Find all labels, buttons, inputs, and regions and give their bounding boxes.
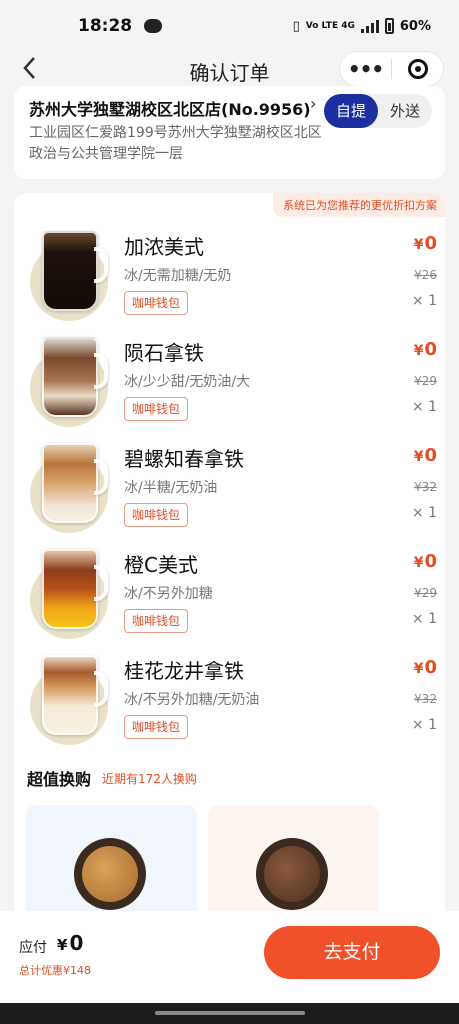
orange-americano-image bbox=[30, 547, 110, 643]
item-price-value: 0 bbox=[424, 551, 437, 572]
currency-symbol: ¥ bbox=[413, 555, 424, 571]
battery-icon bbox=[384, 18, 394, 34]
home-bar[interactable] bbox=[155, 1011, 305, 1015]
item-quantity: × 1 bbox=[411, 611, 437, 627]
item-original-price: ¥26 bbox=[414, 268, 437, 282]
vibrate-icon: ▯ bbox=[292, 18, 300, 34]
item-original-price: ¥32 bbox=[414, 480, 437, 494]
network-label: Vo LTE 4G bbox=[305, 21, 355, 31]
item-badge: 咖啡钱包 bbox=[124, 503, 189, 527]
home-indicator bbox=[0, 1003, 459, 1024]
item-spec: 冰/无需加糖/无奶 bbox=[124, 268, 232, 284]
checkout-bar: 应付 ¥0 总计优惠¥148 去支付 bbox=[0, 911, 459, 1003]
item-price-value: 0 bbox=[424, 339, 437, 360]
due-amount: ¥0 bbox=[57, 931, 83, 955]
item-price-value: 0 bbox=[424, 657, 437, 678]
order-item[interactable]: 桂花龙井拿铁 冰/不另外加糖/无奶油 咖啡钱包 ¥0 ¥32 × 1 bbox=[14, 651, 445, 757]
mini-program-capsule: ••• bbox=[339, 51, 444, 87]
pickup-mode-toggle: 自提 外送 bbox=[324, 94, 432, 128]
item-name: 陨石拿铁 bbox=[124, 341, 204, 365]
americano-image bbox=[30, 229, 110, 325]
item-badge: 咖啡钱包 bbox=[124, 715, 189, 739]
currency-symbol: ¥ bbox=[413, 237, 424, 253]
biluochun-latte-image bbox=[30, 441, 110, 537]
promo-tag[interactable]: 系统已为您推荐的更优折扣方案 bbox=[273, 193, 445, 217]
item-quantity: × 1 bbox=[411, 505, 437, 521]
signal-icon bbox=[360, 19, 379, 33]
mode-delivery[interactable]: 外送 bbox=[378, 94, 432, 128]
item-price: ¥0 bbox=[414, 657, 437, 678]
item-original-price: ¥32 bbox=[414, 692, 437, 706]
order-item[interactable]: 碧螺知春拿铁 冰/半糖/无奶油 咖啡钱包 ¥0 ¥32 × 1 bbox=[14, 439, 445, 545]
item-badge: 咖啡钱包 bbox=[124, 291, 189, 315]
order-item[interactable]: 陨石拿铁 冰/少少甜/无奶油/大 咖啡钱包 ¥0 ¥29 × 1 bbox=[14, 333, 445, 439]
item-badge: 咖啡钱包 bbox=[124, 609, 189, 633]
item-quantity: × 1 bbox=[411, 717, 437, 733]
item-quantity: × 1 bbox=[411, 399, 437, 415]
status-right: ▯ Vo LTE 4G 60% bbox=[293, 18, 431, 34]
meteorite-latte-image bbox=[30, 335, 110, 431]
pay-button[interactable]: 去支付 bbox=[264, 926, 440, 979]
store-name[interactable]: 苏州大学独墅湖校区北区店(No.9956) bbox=[29, 96, 311, 120]
status-bar: 18:28 ▯ Vo LTE 4G 60% bbox=[0, 0, 459, 52]
order-card: 系统已为您推荐的更优折扣方案 加浓美式 冰/无需加糖/无奶 咖啡钱包 ¥0 ¥2… bbox=[14, 193, 445, 933]
currency-symbol: ¥ bbox=[413, 449, 424, 465]
item-spec: 冰/不另外加糖/无奶油 bbox=[124, 692, 260, 708]
item-name: 加浓美式 bbox=[124, 235, 204, 259]
store-card: 苏州大学独墅湖校区北区店(No.9956) › 自提 外送 工业园区仁爱路199… bbox=[14, 86, 445, 179]
item-price: ¥0 bbox=[414, 233, 437, 254]
wechat-icon bbox=[144, 19, 163, 33]
battery-level: 60% bbox=[399, 18, 431, 34]
item-name: 碧螺知春拿铁 bbox=[124, 447, 244, 471]
item-original-price: ¥29 bbox=[414, 374, 437, 388]
chocolate-cookie-image bbox=[256, 838, 328, 910]
order-item[interactable]: 加浓美式 冰/无需加糖/无奶 咖啡钱包 ¥0 ¥26 × 1 bbox=[14, 227, 445, 333]
chevron-right-icon[interactable]: › bbox=[310, 94, 316, 113]
mode-pickup[interactable]: 自提 bbox=[324, 94, 378, 128]
item-price: ¥0 bbox=[414, 551, 437, 572]
item-price-value: 0 bbox=[424, 445, 437, 466]
total-saving: 总计优惠¥148 bbox=[19, 964, 91, 977]
item-price-value: 0 bbox=[424, 233, 437, 254]
item-price: ¥0 bbox=[414, 339, 437, 360]
due-label: 应付 bbox=[19, 940, 47, 956]
osmanthus-longjing-latte-image bbox=[30, 653, 110, 749]
upsell-subtitle: 近期有172人换购 bbox=[102, 772, 197, 786]
currency-symbol: ¥ bbox=[57, 936, 68, 954]
item-spec: 冰/少少甜/无奶油/大 bbox=[124, 374, 251, 390]
item-spec: 冰/不另外加糖 bbox=[124, 586, 213, 602]
upsell-title: 超值换购 bbox=[27, 770, 92, 789]
store-address: 工业园区仁爱路199号苏州大学独墅湖校区北区政治与公共管理学院一层 bbox=[29, 125, 322, 162]
currency-symbol: ¥ bbox=[413, 661, 424, 677]
item-quantity: × 1 bbox=[411, 293, 437, 309]
item-name: 橙C美式 bbox=[124, 553, 198, 577]
target-icon bbox=[407, 59, 428, 79]
more-dots-icon: ••• bbox=[347, 57, 384, 81]
item-price: ¥0 bbox=[414, 445, 437, 466]
item-spec: 冰/半糖/无奶油 bbox=[124, 480, 218, 496]
more-button[interactable]: ••• bbox=[340, 59, 391, 79]
item-badge: 咖啡钱包 bbox=[124, 397, 189, 421]
item-original-price: ¥29 bbox=[414, 586, 437, 600]
order-item[interactable]: 橙C美式 冰/不另外加糖 咖啡钱包 ¥0 ¥29 × 1 bbox=[14, 545, 445, 651]
oat-cookie-image bbox=[74, 838, 146, 910]
status-time: 18:28 bbox=[78, 16, 133, 36]
currency-symbol: ¥ bbox=[413, 343, 424, 359]
close-button[interactable] bbox=[392, 59, 443, 79]
due-amount-value: 0 bbox=[69, 931, 84, 955]
item-name: 桂花龙井拿铁 bbox=[124, 659, 244, 683]
